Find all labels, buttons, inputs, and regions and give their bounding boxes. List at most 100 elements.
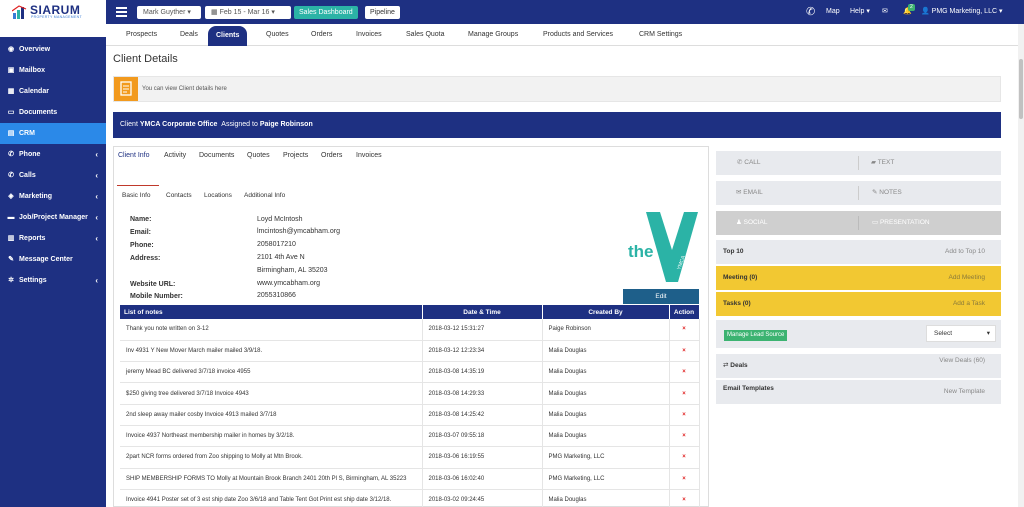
sidebar-item-message-center[interactable]: ✎ Message Center: [0, 249, 106, 270]
sidebar-item-mailbox[interactable]: ▣ Mailbox: [0, 60, 106, 81]
table-row: 2part NCR forms ordered from Zoo shippin…: [120, 446, 700, 469]
divider: [858, 156, 859, 170]
presentation-button[interactable]: ▭ PRESENTATION: [872, 211, 930, 235]
email-button[interactable]: ✉ EMAIL: [736, 181, 763, 205]
text-label: TEXT: [877, 159, 895, 166]
user-select-value: Mark Guyther: [143, 9, 186, 16]
tab-deals[interactable]: Deals: [172, 24, 206, 46]
subtab-activity[interactable]: Activity: [164, 152, 186, 159]
subtab-orders[interactable]: Orders: [321, 152, 342, 159]
user-select[interactable]: Mark Guyther ▾: [137, 6, 201, 19]
sidebar-item-documents[interactable]: ▭ Documents: [0, 102, 106, 123]
tab-basic-info[interactable]: Basic Info: [122, 192, 151, 199]
table-row: Inv 4931 Y New Mover March mailer mailed…: [120, 340, 700, 363]
delete-note-icon[interactable]: ×: [669, 382, 700, 405]
sidebar-item-phone[interactable]: ✆ Phone ‹: [0, 144, 106, 165]
help-menu[interactable]: Help ▾: [850, 0, 870, 24]
view-deals-link[interactable]: View Deals (60): [939, 349, 985, 373]
edit-button[interactable]: Edit: [623, 289, 699, 304]
logo-area[interactable]: SIARUM PROPERTY MANAGEMENT: [0, 0, 106, 24]
header-created-by: Created By: [542, 305, 670, 319]
tab-prospects[interactable]: Prospects: [118, 24, 165, 46]
sidebar-item-settings[interactable]: ✲ Settings ‹: [0, 270, 106, 291]
note-datetime: 2018-03-12 12:23:34: [422, 340, 543, 363]
subtab-projects[interactable]: Projects: [283, 152, 308, 159]
mail-icon[interactable]: ✉: [882, 0, 888, 24]
header-list-of-notes: List of notes: [120, 305, 423, 319]
manage-lead-source-button[interactable]: Manage Lead Source: [724, 330, 788, 341]
hamburger-menu-icon[interactable]: [116, 7, 127, 17]
tab-products-and-services[interactable]: Products and Services: [535, 24, 621, 46]
map-link[interactable]: Map: [826, 0, 840, 24]
tab-locations[interactable]: Locations: [204, 192, 232, 199]
sidebar-item-crm[interactable]: ▤ CRM: [0, 123, 106, 144]
tab-orders[interactable]: Orders: [303, 24, 340, 46]
email-value[interactable]: lmcintosh@ymcabham.org: [257, 228, 340, 235]
date-range-picker[interactable]: ▦ Feb 15 - Mar 16 ▾: [205, 6, 291, 19]
note-datetime: 2018-03-08 14:35:19: [422, 361, 543, 384]
sidebar-item-reports[interactable]: ▥ Reports ‹: [0, 228, 106, 249]
tab-crm-settings[interactable]: CRM Settings: [631, 24, 690, 46]
subtab-quotes[interactable]: Quotes: [247, 152, 270, 159]
tab-contacts[interactable]: Contacts: [166, 192, 192, 199]
top10-row: Top 10 Add to Top 10: [716, 240, 1001, 264]
sidebar: ◉ Overview ▣ Mailbox ▦ Calendar ▭ Documents …: [0, 37, 106, 507]
notes-button[interactable]: ✎ NOTES: [872, 181, 902, 205]
delete-note-icon[interactable]: ×: [669, 489, 700, 507]
scrollbar-thumb[interactable]: [1019, 59, 1023, 119]
note-text: Inv 4931 Y New Mover March mailer mailed…: [120, 340, 423, 363]
sidebar-item-marketing[interactable]: ◈ Marketing ‹: [0, 186, 106, 207]
phone-icon[interactable]: ✆: [806, 0, 815, 24]
note-datetime: 2018-03-06 16:02:40: [422, 468, 543, 490]
account-menu[interactable]: 👤 PMG Marketing, LLC ▾: [921, 0, 1003, 24]
tab-sales-quota[interactable]: Sales Quota: [398, 24, 453, 46]
add-task-link[interactable]: Add a Task: [953, 292, 985, 316]
note-datetime: 2018-03-07 09:55:18: [422, 425, 543, 448]
note-text: Invoice 4941 Poster set of 3 est ship da…: [120, 489, 423, 507]
sidebar-item-overview[interactable]: ◉ Overview: [0, 39, 106, 60]
pipeline-button[interactable]: Pipeline: [365, 6, 400, 19]
note-text: jeremy Mead BC delivered 3/7/18 invoice …: [120, 361, 423, 384]
client-label: Client: [120, 121, 138, 128]
call-button[interactable]: ✆ CALL: [737, 151, 761, 175]
delete-note-icon[interactable]: ×: [669, 361, 700, 384]
user-icon: 👤: [921, 8, 930, 15]
subtab-invoices[interactable]: Invoices: [356, 152, 382, 159]
logo-subtitle: PROPERTY MANAGEMENT: [31, 15, 82, 19]
add-to-top10-link[interactable]: Add to Top 10: [945, 240, 985, 264]
lead-source-select[interactable]: Select ▾: [926, 325, 996, 342]
sidebar-item-calendar[interactable]: ▦ Calendar: [0, 81, 106, 102]
delete-note-icon[interactable]: ×: [669, 446, 700, 469]
sidebar-item-label: Calendar: [19, 88, 49, 95]
note-created-by: PMG Marketing, LLC: [542, 446, 670, 469]
subtab-documents[interactable]: Documents: [199, 152, 234, 159]
sidebar-item-calls[interactable]: ✆ Calls ‹: [0, 165, 106, 186]
delete-note-icon[interactable]: ×: [669, 425, 700, 448]
page-scrollbar[interactable]: [1018, 24, 1024, 507]
delete-note-icon[interactable]: ×: [669, 319, 700, 341]
tab-clients[interactable]: Clients: [208, 26, 248, 46]
sidebar-item-job-project-manager[interactable]: ▬ Job/Project Manager ‹: [0, 207, 106, 228]
new-template-link[interactable]: New Template: [944, 380, 985, 404]
tab-invoices[interactable]: Invoices: [348, 24, 390, 46]
tab-additional-info[interactable]: Additional Info: [244, 192, 285, 199]
subtab-client-info[interactable]: Client Info: [118, 152, 150, 159]
message-icon: ✎: [8, 256, 14, 263]
text-button[interactable]: ▰ TEXT: [871, 151, 894, 175]
divider: [858, 216, 859, 230]
sidebar-item-label: Phone: [19, 151, 41, 158]
tab-quotes[interactable]: Quotes: [258, 24, 297, 46]
delete-note-icon[interactable]: ×: [669, 404, 700, 426]
transfer-icon: ⇄: [723, 362, 729, 369]
deals-label: Deals: [730, 362, 748, 369]
add-meeting-link[interactable]: Add Meeting: [949, 266, 986, 290]
pencil-icon: ✎: [872, 189, 878, 196]
table-row: Thank you note written on 3-12 2018-03-12…: [120, 319, 700, 341]
website-value[interactable]: www.ymcabham.org: [257, 280, 320, 287]
delete-note-icon[interactable]: ×: [669, 468, 700, 490]
tab-manage-groups[interactable]: Manage Groups: [460, 24, 526, 46]
social-button[interactable]: ♟ SOCIAL: [736, 211, 767, 235]
sales-dashboard-button[interactable]: Sales Dashboard: [294, 6, 358, 19]
notifications-icon[interactable]: 🔔 2: [903, 0, 915, 24]
delete-note-icon[interactable]: ×: [669, 340, 700, 363]
